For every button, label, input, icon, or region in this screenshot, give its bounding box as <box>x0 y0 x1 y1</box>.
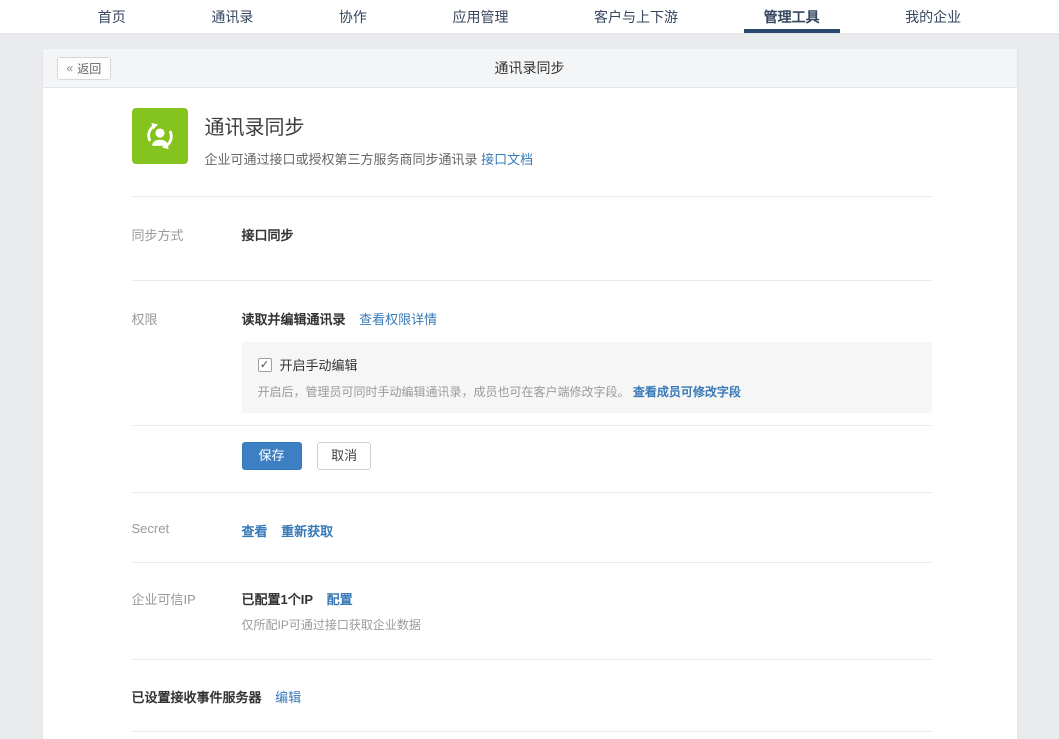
editable-fields-link[interactable]: 查看成员可修改字段 <box>633 385 741 399</box>
trusted-ip-description: 仅所配IP可通过接口获取企业数据 <box>242 616 932 633</box>
trusted-ip-config-link[interactable]: 配置 <box>327 592 353 607</box>
card-header: « 返回 通讯录同步 <box>43 49 1017 88</box>
nav-item-collaboration[interactable]: 协作 <box>331 0 375 33</box>
save-button[interactable]: 保存 <box>242 442 302 470</box>
manual-edit-description: 开启后，管理员可同时手动编辑通讯录，成员也可在客户端修改字段。 查看成员可修改字… <box>258 383 916 400</box>
nav-item-contacts[interactable]: 通讯录 <box>203 0 261 33</box>
contact-sync-card: « 返回 通讯录同步 通讯录同步 <box>43 49 1017 739</box>
card-body: 通讯录同步 企业可通过接口或授权第三方服务商同步通讯录 接口文档 同步方式 接口… <box>43 88 1017 739</box>
nav-item-home[interactable]: 首页 <box>90 0 134 33</box>
close-sync-row: 关闭接口同步 <box>132 732 932 739</box>
trusted-ip-value: 已配置1个IP <box>242 592 314 607</box>
nav-item-my-company[interactable]: 我的企业 <box>897 0 969 33</box>
nav-item-admin-tools[interactable]: 管理工具 <box>756 0 828 33</box>
manual-edit-checkbox-label: 开启手动编辑 <box>280 355 358 374</box>
sync-mode-label: 同步方式 <box>132 225 242 244</box>
app-subtitle-text: 企业可通过接口或授权第三方服务商同步通讯录 <box>205 152 478 167</box>
top-nav: 首页 通讯录 协作 应用管理 客户与上下游 管理工具 我的企业 <box>0 0 1059 34</box>
permission-row: 权限 读取并编辑通讯录 查看权限详情 ✓ 开启手动编辑 开启后，管理员可同时手动… <box>132 281 932 426</box>
app-title: 通讯录同步 <box>205 111 534 140</box>
event-server-edit-link[interactable]: 编辑 <box>275 690 301 705</box>
app-subtitle: 企业可通过接口或授权第三方服务商同步通讯录 接口文档 <box>205 149 534 168</box>
cancel-button[interactable]: 取消 <box>317 442 371 470</box>
secret-view-link[interactable]: 查看 <box>242 524 268 539</box>
manual-edit-panel: ✓ 开启手动编辑 开启后，管理员可同时手动编辑通讯录，成员也可在客户端修改字段。… <box>242 342 932 413</box>
nav-item-apps[interactable]: 应用管理 <box>444 0 516 33</box>
event-server-value: 已设置接收事件服务器 <box>132 690 262 705</box>
secret-row: Secret 查看 重新获取 <box>132 493 932 563</box>
page-title: 通讯录同步 <box>43 58 1017 78</box>
buttons-row: 保存 取消 <box>132 426 932 493</box>
buttons-row-spacer <box>132 442 242 470</box>
trusted-ip-row: 企业可信IP 已配置1个IP 配置 仅所配IP可通过接口获取企业数据 <box>132 563 932 660</box>
sync-mode-row: 同步方式 接口同步 <box>132 197 932 281</box>
trusted-ip-label: 企业可信IP <box>132 589 242 633</box>
manual-edit-checkbox[interactable]: ✓ <box>258 358 272 372</box>
back-button[interactable]: « 返回 <box>57 57 112 80</box>
api-doc-link[interactable]: 接口文档 <box>481 152 533 167</box>
permission-label: 权限 <box>132 309 242 413</box>
manual-edit-checkbox-row[interactable]: ✓ 开启手动编辑 <box>258 355 916 374</box>
back-chevrons-icon: « <box>67 61 74 75</box>
sync-mode-value: 接口同步 <box>242 228 294 243</box>
permission-value: 读取并编辑通讯录 <box>242 312 346 327</box>
back-button-label: 返回 <box>77 60 101 77</box>
secret-label: Secret <box>132 521 242 540</box>
event-server-row: 已设置接收事件服务器 编辑 <box>132 660 932 732</box>
app-header-text: 通讯录同步 企业可通过接口或授权第三方服务商同步通讯录 接口文档 <box>205 108 534 168</box>
permission-detail-link[interactable]: 查看权限详情 <box>359 312 437 327</box>
secret-refresh-link[interactable]: 重新获取 <box>281 524 333 539</box>
app-header: 通讯录同步 企业可通过接口或授权第三方服务商同步通讯录 接口文档 <box>132 108 932 197</box>
contact-sync-icon <box>132 108 188 164</box>
nav-item-customers[interactable]: 客户与上下游 <box>586 0 686 33</box>
manual-edit-description-text: 开启后，管理员可同时手动编辑通讯录，成员也可在客户端修改字段。 <box>258 385 630 399</box>
